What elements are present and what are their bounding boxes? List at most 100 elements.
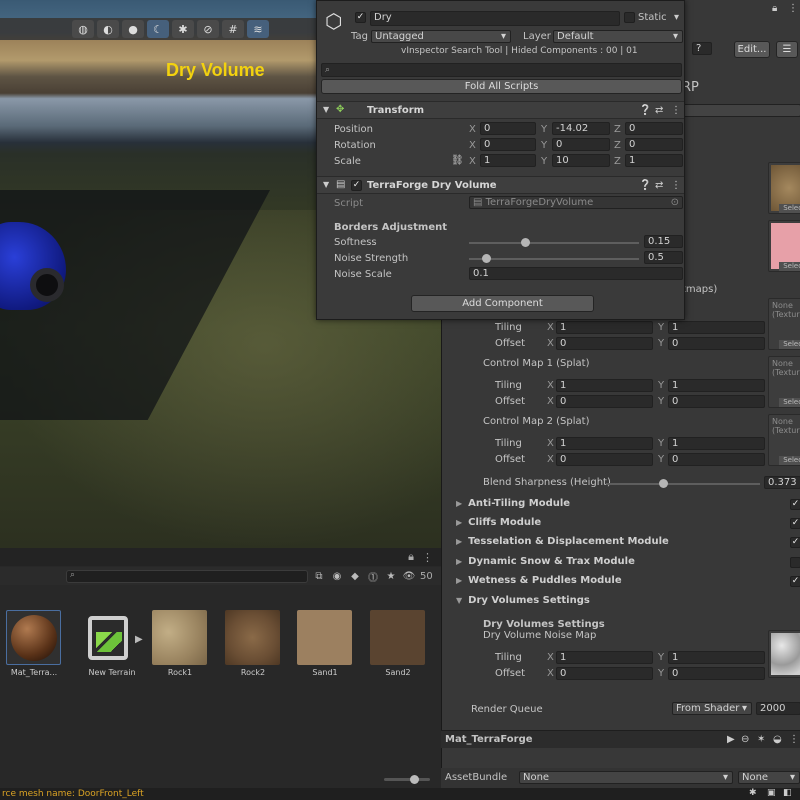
scene-search-icon[interactable]: ⧉ [312, 570, 326, 583]
thumbnail-size-slider[interactable] [384, 775, 430, 784]
add-component-button[interactable]: Add Component [411, 295, 594, 312]
filter-type-icon[interactable]: ◉ [330, 570, 344, 583]
component-help-icon[interactable]: ? [692, 42, 712, 55]
module-checkbox[interactable]: ✓ [790, 576, 800, 587]
softness-slider[interactable] [469, 238, 639, 247]
render-queue-field[interactable]: 2000 [756, 702, 800, 715]
tiling-x-field[interactable]: 1 [556, 437, 653, 450]
texture-slot[interactable]: Select [768, 220, 800, 272]
rotation-z-field[interactable]: 0 [625, 138, 683, 151]
position-x-field[interactable]: 0 [480, 122, 536, 135]
rotation-y-field[interactable]: 0 [552, 138, 610, 151]
eye-slash-icon[interactable]: ⊘ [197, 20, 219, 38]
blend-sharpness-field[interactable]: 0.373 [764, 476, 800, 489]
dry-volumes-foldout[interactable]: ▼ Dry Volumes Settings [456, 595, 590, 606]
module-foldout[interactable]: ▶ Dynamic Snow & Trax Module [456, 556, 635, 567]
softness-field[interactable]: 0.15 [644, 235, 683, 248]
visibility-icon[interactable]: 👁︎ [402, 570, 416, 583]
slider-knob[interactable] [410, 775, 419, 784]
lock-icon[interactable]: 🔒︎ [772, 3, 777, 14]
dropdown-arrow-icon[interactable]: ▾ [674, 12, 679, 23]
module-checkbox[interactable] [790, 557, 800, 568]
tiling-x-field[interactable]: 1 [556, 321, 653, 334]
list-icon[interactable]: ☰ [776, 41, 798, 58]
object-name-field[interactable]: Dry [370, 11, 620, 26]
tiling-x-field[interactable]: 1 [556, 651, 653, 664]
transform-header[interactable]: ▼ ✥ Transform ❔ ⇄ ⋮ [317, 101, 684, 119]
offset-y-field[interactable]: 0 [668, 395, 765, 408]
menu-dots-icon[interactable]: ⋮ [671, 105, 681, 116]
module-foldout[interactable]: ▶ Anti-Tiling Module [456, 498, 570, 509]
select-button[interactable]: Select [779, 456, 800, 465]
assetbundle-variant-dropdown[interactable]: None ▾ [738, 771, 800, 784]
fold-all-scripts-button[interactable]: Fold All Scripts [321, 79, 682, 94]
tiling-x-field[interactable]: 1 [556, 379, 653, 392]
noise-texture-slot[interactable] [768, 630, 800, 678]
menu-dots-icon[interactable]: ⋮ [788, 3, 798, 14]
scale-x-field[interactable]: 1 [480, 154, 536, 167]
texture-slot[interactable]: None (Texture Select [768, 298, 800, 350]
select-button[interactable]: Select [779, 204, 800, 213]
help-icon[interactable]: ❔ [639, 180, 651, 191]
offset-y-field[interactable]: 0 [668, 667, 765, 680]
palette-icon[interactable]: ◐ [97, 20, 119, 38]
help-icon[interactable]: ❔ [639, 105, 651, 116]
edit-button[interactable]: Edit... [734, 41, 770, 58]
link-icon[interactable]: ⛓ [451, 155, 464, 166]
assetbundle-dropdown[interactable]: None ▾ [519, 771, 733, 784]
menu-dots-icon[interactable]: ⋮ [422, 551, 433, 564]
project-search-input[interactable]: ⌕ [66, 569, 308, 583]
shape-icon[interactable]: ◒ [773, 734, 782, 745]
offset-x-field[interactable]: 0 [556, 453, 653, 466]
texture-slot[interactable]: None (Texture Select [768, 414, 800, 466]
slider-knob[interactable] [659, 479, 668, 488]
noise-scale-field[interactable]: 0.1 [469, 267, 683, 280]
select-button[interactable]: Select [779, 340, 800, 349]
select-button[interactable]: Select [779, 398, 800, 407]
rotation-x-field[interactable]: 0 [480, 138, 536, 151]
slider-knob[interactable] [482, 254, 491, 263]
tag-dropdown[interactable]: Untagged ▾ [371, 30, 511, 43]
module-foldout[interactable]: ▶ Wetness & Puddles Module [456, 575, 622, 586]
moon-icon[interactable]: ☾ [147, 20, 169, 38]
sphere-preview-icon[interactable]: ⊖ [741, 734, 749, 745]
tiling-y-field[interactable]: 1 [668, 651, 765, 664]
progress-icon[interactable]: ▣ [767, 788, 776, 798]
preset-icon[interactable]: ⇄ [655, 180, 663, 191]
scale-z-field[interactable]: 1 [625, 154, 683, 167]
active-checkbox[interactable]: ✓ [355, 12, 366, 23]
select-button[interactable]: Select [779, 262, 800, 271]
sphere-icon[interactable]: ● [122, 20, 144, 38]
lock-icon[interactable]: 🔒︎ [408, 550, 414, 564]
offset-x-field[interactable]: 0 [556, 337, 653, 350]
component-enabled-checkbox[interactable]: ✓ [351, 180, 362, 191]
tiling-y-field[interactable]: 1 [668, 437, 765, 450]
blend-sharpness-slider[interactable] [606, 479, 760, 488]
noise-strength-field[interactable]: 0.5 [644, 251, 683, 264]
position-y-field[interactable]: -14.02 [552, 122, 610, 135]
bug-icon[interactable]: ✱ [749, 788, 757, 798]
menu-dots-icon[interactable]: ⋮ [789, 734, 799, 745]
offset-x-field[interactable]: 0 [556, 667, 653, 680]
static-checkbox[interactable] [624, 12, 635, 23]
tiling-y-field[interactable]: 1 [668, 321, 765, 334]
tiling-y-field[interactable]: 1 [668, 379, 765, 392]
module-foldout[interactable]: ▶ Cliffs Module [456, 517, 541, 528]
grid-icon[interactable]: # [222, 20, 244, 38]
noise-strength-slider[interactable] [469, 254, 639, 263]
label-icon[interactable]: ◆ [348, 570, 362, 583]
module-checkbox[interactable]: ✓ [790, 499, 800, 510]
module-checkbox[interactable]: ✓ [790, 537, 800, 548]
preset-icon[interactable]: ⇄ [655, 105, 663, 116]
layer-dropdown[interactable]: Default ▾ [553, 30, 683, 43]
target-icon[interactable]: ⊙ [671, 197, 679, 208]
menu-dots-icon[interactable]: ⋮ [671, 180, 681, 191]
notification-icon[interactable]: ◧ [783, 788, 792, 798]
bug-icon[interactable]: ✱ [172, 20, 194, 38]
offset-x-field[interactable]: 0 [556, 395, 653, 408]
module-checkbox[interactable]: ✓ [790, 518, 800, 529]
favorite-star-icon[interactable]: ★ [384, 570, 398, 583]
play-icon[interactable]: ▶ [727, 734, 735, 745]
light-icon[interactable]: ✶ [757, 734, 765, 745]
layers-icon[interactable]: ≋ [247, 20, 269, 38]
